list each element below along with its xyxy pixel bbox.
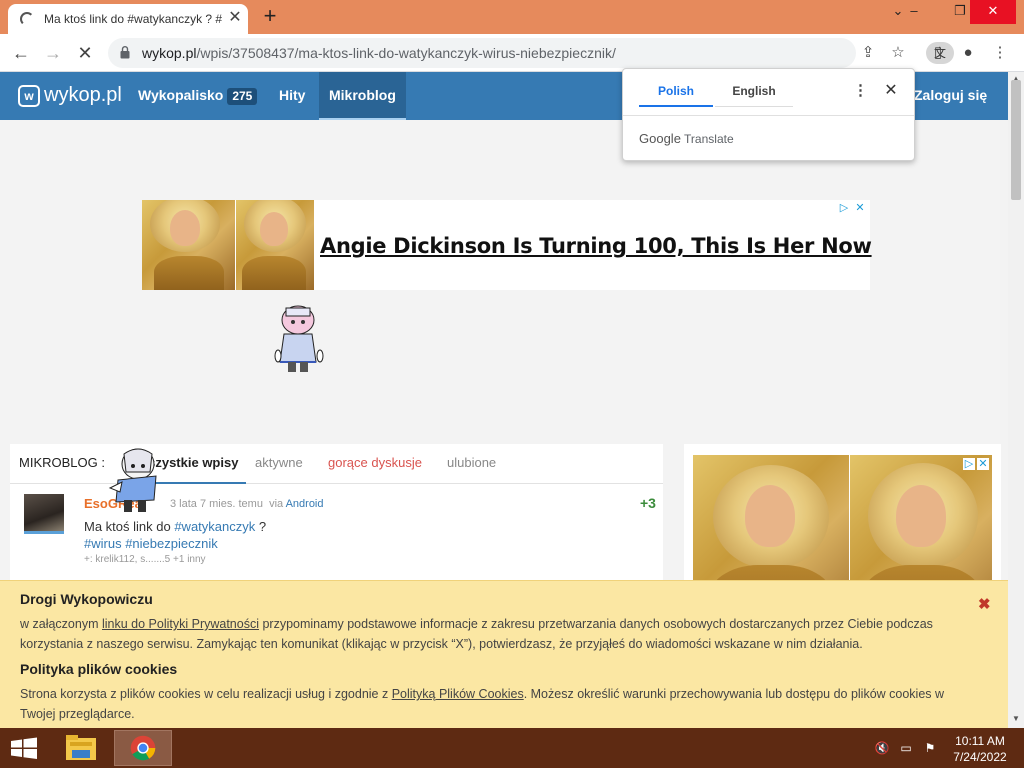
window-close-button[interactable]: ✕: [970, 0, 1016, 24]
cookie-banner: Drogi Wykopowiczu ✖ w załączonym linku d…: [0, 580, 1008, 728]
tag-link[interactable]: #niebezpiecznik: [125, 536, 218, 551]
minimize-button[interactable]: ‒: [896, 0, 932, 24]
avatar[interactable]: [24, 494, 64, 534]
clock-time[interactable]: 10:11 AM: [940, 734, 1020, 748]
cookie-heading: Drogi Wykopowiczu: [20, 591, 153, 607]
microblog-label: MIKROBLOG :: [19, 455, 105, 470]
entry-text: Ma ktoś link do #watykanczyk ? #wirus #n…: [84, 519, 267, 551]
ad-banner-top[interactable]: Angie Dickinson Is Turning 100, This Is …: [142, 200, 872, 290]
google-translate-brand: Google Translate: [639, 131, 734, 146]
plusers-list[interactable]: +: krelik112, s.......5 +1 inny: [84, 554, 206, 565]
entry-meta: 3 lata 7 mies. temu via Android: [170, 498, 324, 510]
translate-more-options-icon[interactable]: ⋮: [853, 81, 868, 101]
adchoices-icon[interactable]: ▷: [963, 458, 975, 470]
page-scrollbar[interactable]: ▲ ▼: [1008, 72, 1024, 728]
bookmark-star-icon[interactable]: ☆: [888, 43, 908, 63]
browser-tab[interactable]: Ma ktoś link do #watykanczyk ? # ✕: [8, 4, 248, 34]
side-panel-icon[interactable]: ▯: [928, 43, 948, 63]
network-icon[interactable]: ▭: [898, 740, 914, 756]
ad-photo-2: [236, 200, 314, 290]
translate-source-lang-tab[interactable]: Polish: [639, 77, 713, 107]
wykop-logo-icon: w: [18, 85, 40, 107]
ad-close-icon[interactable]: ✕: [854, 202, 866, 214]
divider: [623, 115, 914, 116]
tag-link[interactable]: #watykanczyk: [174, 519, 255, 534]
tab-title: Ma ktoś link do #watykanczyk ? #: [44, 12, 222, 26]
login-link[interactable]: Zaloguj się: [914, 72, 987, 120]
forward-icon[interactable]: →: [40, 40, 66, 66]
scroll-down-arrow-icon[interactable]: ▼: [1008, 712, 1024, 726]
nav-hity[interactable]: Hity: [279, 72, 305, 120]
translate-close-icon[interactable]: ✕: [881, 81, 901, 101]
tab-favorites[interactable]: ulubione: [447, 444, 496, 484]
privacy-policy-link[interactable]: linku do Polityki Prywatności: [102, 617, 259, 631]
browser-tab-strip: Ma ktoś link do #watykanczyk ? # ✕ + ⌄ ‒…: [0, 0, 1024, 34]
ad-headline[interactable]: Angie Dickinson Is Turning 100, This Is …: [320, 234, 872, 258]
cookie-policy-link[interactable]: Polityką Plików Cookies: [392, 687, 524, 701]
tab-hot-discussions[interactable]: gorące dyskusje: [328, 444, 422, 484]
entry-time[interactable]: 3 lata 7 mies. temu: [170, 498, 263, 510]
taskbar: 🔇 ▭ ⚑ 10:11 AM 7/24/2022: [0, 728, 1024, 768]
profile-icon[interactable]: ●: [958, 43, 978, 63]
page-viewport: w wykop.pl Wykopalisko 275 Hity Mikroblog…: [0, 72, 1008, 728]
file-explorer-icon[interactable]: [58, 730, 116, 766]
via-android-link[interactable]: Android: [286, 498, 324, 510]
logo-text: wykop.pl: [44, 84, 122, 106]
new-tab-button[interactable]: +: [258, 5, 282, 29]
tag-link[interactable]: #wirus: [84, 536, 122, 551]
ad-close-icon[interactable]: ✕: [977, 458, 989, 470]
scroll-thumb[interactable]: [1011, 80, 1021, 200]
volume-muted-icon[interactable]: 🔇: [874, 740, 890, 756]
loading-icon: [20, 12, 34, 26]
adchoices-icon[interactable]: ▷: [838, 202, 850, 214]
translate-popup: Polish English ⋮ ✕ Google Translate: [622, 68, 915, 161]
privacy-paragraph: w załączonym linku do Polityki Prywatnoś…: [20, 617, 933, 651]
vote-count[interactable]: +3: [640, 495, 656, 511]
address-bar[interactable]: wykop.pl/wpis/37508437/ma-ktos-link-do-w…: [108, 38, 954, 68]
browser-toolbar: ← → ✕ wykop.pl/wpis/37508437/ma-ktos-lin…: [0, 34, 1024, 72]
tab-active[interactable]: aktywne: [255, 444, 303, 484]
stop-loading-icon[interactable]: ✕: [72, 40, 98, 66]
ad-photo-1: [142, 200, 235, 290]
action-center-icon[interactable]: ⚑: [922, 740, 938, 756]
windows-start-icon[interactable]: [0, 728, 48, 768]
cookie-paragraph: Strona korzysta z plików cookies w celu …: [20, 687, 945, 721]
cookie-policy-heading: Polityka plików cookies: [20, 661, 178, 677]
wykopalisko-count-badge: 275: [227, 88, 258, 105]
back-icon[interactable]: ←: [8, 40, 34, 66]
clock-date[interactable]: 7/24/2022: [940, 750, 1020, 764]
url-text: wykop.pl/wpis/37508437/ma-ktos-link-do-w…: [142, 45, 616, 61]
cookie-close-icon[interactable]: ✖: [978, 595, 991, 613]
nav-mikroblog[interactable]: Mikroblog: [319, 72, 406, 120]
menu-icon[interactable]: ⋮: [990, 43, 1010, 63]
lock-icon: [120, 46, 130, 59]
tab-close-icon[interactable]: ✕: [226, 9, 244, 27]
desktop-pet-sprite[interactable]: [108, 446, 164, 518]
translate-target-lang-tab[interactable]: English: [715, 77, 793, 107]
desktop-pet-sprite[interactable]: [274, 304, 324, 378]
nav-wykopalisko[interactable]: Wykopalisko 275: [138, 72, 258, 120]
chrome-taskbar-icon[interactable]: [114, 730, 172, 766]
share-icon[interactable]: ⇪: [858, 43, 878, 63]
